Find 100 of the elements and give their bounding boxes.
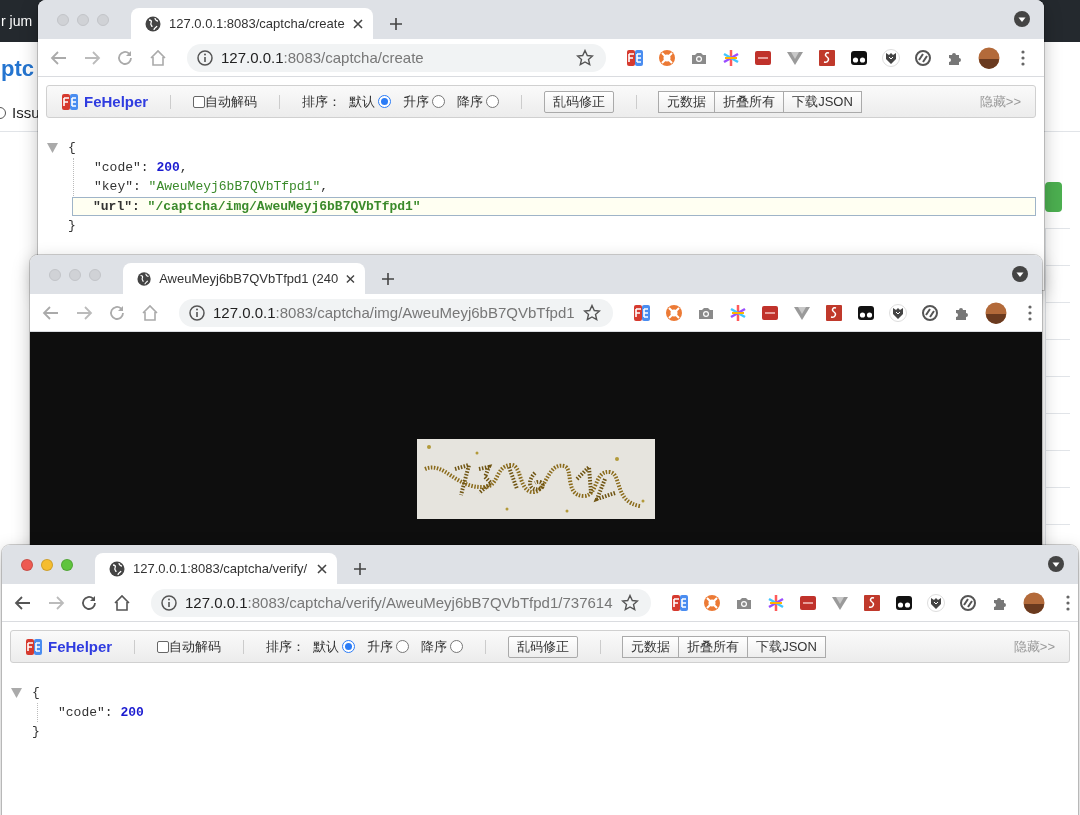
close-icon[interactable] [346,273,355,284]
json-brace: { [68,140,76,156]
address-bar[interactable]: 127.0.0.1:8083/captcha/create [187,43,606,72]
radio-button[interactable] [396,640,410,653]
plus-icon[interactable] [353,562,367,576]
checkbox-label: 自动解码 [205,92,258,111]
fe-logo-icon[interactable] [632,303,651,322]
two-circles-icon[interactable] [850,48,868,67]
plus-icon[interactable] [389,17,403,31]
shield-icon[interactable] [882,48,900,67]
json-value: "/captcha/img/AweuMeyj6bB7QVbTfpd1" [147,198,421,214]
sync-circle-icon[interactable] [920,303,939,322]
avatar-icon[interactable] [1022,591,1045,614]
json-comma: , [320,179,329,195]
browser-tab[interactable]: 127.0.0.1:8083/captcha/create [131,8,373,39]
close-icon[interactable] [317,563,327,574]
fe-logo-icon[interactable] [670,593,689,612]
reload-icon[interactable] [80,593,98,612]
squiggle-icon[interactable] [862,593,881,612]
json-value: 200 [156,159,180,175]
address-bar[interactable]: 127.0.0.1:8083/captcha/img/AweuMeyj6bB7QVbTfpd1 [179,298,613,327]
globe-icon [145,15,161,32]
json-key: "code": [94,159,149,175]
toolbar-button[interactable]: 折叠所有 [678,635,749,658]
globe-icon [109,560,125,577]
sort-label: 排序： [302,92,342,111]
lifebuoy-icon[interactable] [702,593,721,612]
json-key: "code": [58,704,113,720]
brand-name: FeHelper [84,93,149,110]
star-icon[interactable] [582,303,601,322]
fix-encoding-button[interactable]: 乱码修正 [544,90,615,113]
checkbox[interactable] [193,95,206,108]
toolbar-button[interactable]: 元数据 [658,90,716,113]
info-icon[interactable] [161,594,177,611]
shield-icon[interactable] [926,593,945,612]
fe-logo-icon[interactable] [626,48,644,67]
two-circles-icon[interactable] [856,303,875,322]
json-brace: } [32,724,40,740]
plus-icon[interactable] [381,272,395,286]
avatar-icon[interactable] [978,46,1000,69]
sync-circle-icon[interactable] [914,48,932,67]
radio-button[interactable] [450,640,464,653]
toolbar-button[interactable]: 折叠所有 [714,90,785,113]
browser-tab[interactable]: 127.0.0.1:8083/captcha/verify/ [95,553,337,584]
avatar-icon[interactable] [984,301,1007,324]
address-bar[interactable]: 127.0.0.1:8083/captcha/verify/AweuMeyj6bB7QVbTfpd1/737614 [151,588,651,617]
sync-circle-icon[interactable] [958,593,977,612]
info-icon[interactable] [189,304,205,321]
radio-label: 默认 [349,92,376,111]
asterisk-icon[interactable] [728,303,747,322]
radio-button[interactable] [378,95,392,108]
squiggle-icon[interactable] [824,303,843,322]
fix-encoding-button[interactable]: 乱码修正 [508,635,579,658]
toolbar-button[interactable]: 下载JSON [783,90,862,113]
globe-icon [137,270,152,287]
squiggle-icon[interactable] [818,48,836,67]
json-key: "url": [93,198,140,214]
brand-name: FeHelper [48,638,113,655]
shield-icon[interactable] [888,303,907,322]
radio-button[interactable] [486,95,500,108]
checkbox[interactable] [157,640,170,653]
back-arrow-icon[interactable] [14,593,32,612]
header-text: r jum [1,13,33,29]
url-text: 127.0.0.1:8083/captcha/create [221,49,425,66]
json-brace: { [32,685,40,701]
asterisk-icon[interactable] [766,593,785,612]
radio-label: 降序 [457,92,484,111]
fe-logo-icon [25,637,43,656]
radio-button[interactable] [342,640,356,653]
url-text: 127.0.0.1:8083/captcha/img/AweuMeyj6bB7QVbTfpd1 [213,304,575,321]
lifebuoy-icon[interactable] [658,48,676,67]
radio-button[interactable] [432,95,446,108]
url-text: 127.0.0.1:8083/captcha/verify/AweuMeyj6bB7QVbTfpd1/737614 [185,594,613,611]
sort-label: 排序： [266,637,306,656]
radio-label: 升序 [367,637,394,656]
action-button-edge [1045,182,1062,212]
browser-tab[interactable]: AweuMeyj6bB7QVbTfpd1 (240 [123,263,365,294]
two-circles-icon[interactable] [894,593,913,612]
info-icon[interactable] [197,49,213,66]
toolbar-button[interactable]: 下载JSON [747,635,826,658]
json-comma: , [179,159,188,175]
json-key: "key": [94,179,141,195]
checkbox-label: 自动解码 [169,637,222,656]
dropdown-icon[interactable] [1012,266,1028,282]
json-brace: } [68,218,76,234]
radio-label: 升序 [403,92,430,111]
lifebuoy-icon[interactable] [664,303,683,322]
star-icon[interactable] [576,48,594,67]
star-icon[interactable] [620,593,639,612]
dropdown-icon[interactable] [1014,11,1030,27]
radio-label: 默认 [313,637,340,656]
json-value: 200 [120,704,144,720]
tab-title: AweuMeyj6bB7QVbTfpd1 (240 [159,271,339,286]
toolbar-button[interactable]: 元数据 [622,635,680,658]
fe-logo-icon [61,92,79,111]
home-icon[interactable] [113,593,131,612]
asterisk-icon[interactable] [722,48,740,67]
dropdown-icon[interactable] [1048,556,1064,572]
tab-title: 127.0.0.1:8083/captcha/create [169,16,345,31]
close-icon[interactable] [353,18,363,29]
